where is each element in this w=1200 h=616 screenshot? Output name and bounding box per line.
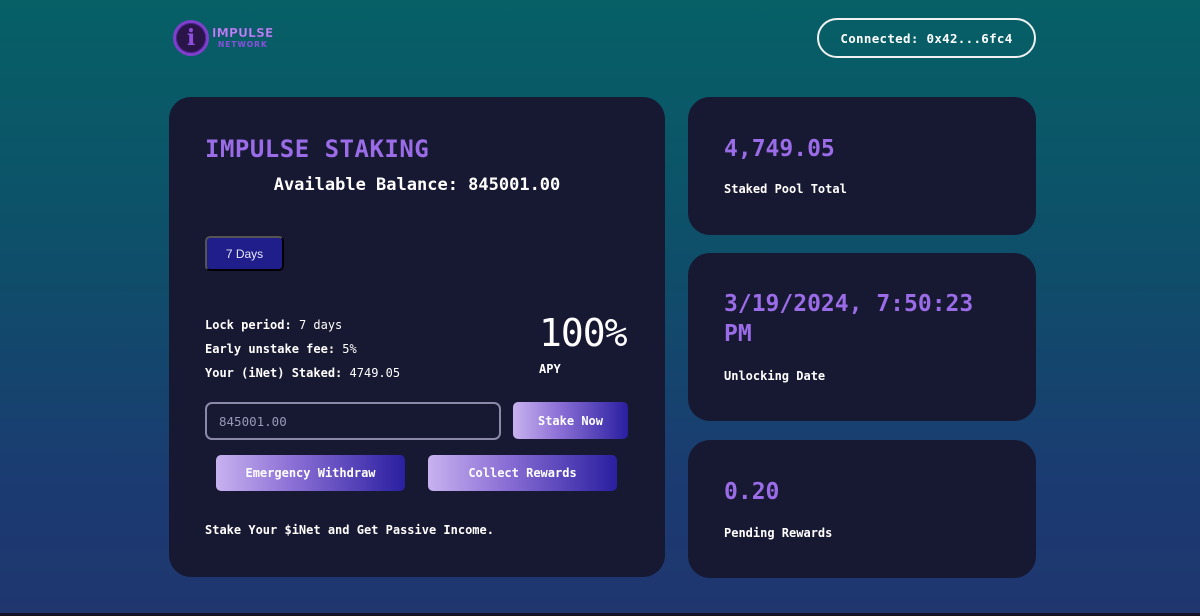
info-row-your-staked: Your (iNet) Staked: 4749.05 <box>205 361 400 385</box>
stat-label: Pending Rewards <box>724 526 833 540</box>
stat-value: 0.20 <box>724 479 780 505</box>
stat-card-pending-rewards: 0.20 Pending Rewards <box>688 440 1036 578</box>
info-row-lock-period: Lock period: 7 days <box>205 313 400 337</box>
info-key: Lock period: <box>205 318 292 332</box>
logo-text: IMPULSE NETWORK <box>212 27 274 49</box>
apy-value: 100% <box>539 311 628 355</box>
emergency-withdraw-button[interactable]: Emergency Withdraw <box>216 455 405 491</box>
info-value: 4749.05 <box>349 366 401 380</box>
brand-logo[interactable]: i IMPULSE NETWORK <box>173 18 274 58</box>
wallet-connect-button[interactable]: Connected: 0x42...6fc4 <box>817 18 1036 58</box>
staking-panel: IMPULSE STAKING Available Balance: 84500… <box>169 97 665 577</box>
info-row-unstake-fee: Early unstake fee: 5% <box>205 337 400 361</box>
stake-now-button[interactable]: Stake Now <box>513 402 628 439</box>
stat-value: 4,749.05 <box>724 136 835 162</box>
apy-label: APY <box>539 362 561 376</box>
stat-value: 3/19/2024, 7:50:23 PM <box>724 291 974 347</box>
stat-card-unlocking-date: 3/19/2024, 7:50:23 PM Unlocking Date <box>688 253 1036 421</box>
info-key: Your (iNet) Staked: <box>205 366 343 380</box>
logo-text-line2: NETWORK <box>218 40 268 50</box>
stat-label: Unlocking Date <box>724 369 826 383</box>
page-title: IMPULSE STAKING <box>205 135 430 163</box>
info-key: Early unstake fee: <box>205 342 336 356</box>
staking-info-list: Lock period: 7 days Early unstake fee: 5… <box>205 313 400 385</box>
logo-mark-letter: i <box>186 25 196 51</box>
info-value: 7 days <box>298 318 343 332</box>
lock-period-7-days-button[interactable]: 7 Days <box>205 236 284 271</box>
stake-amount-input[interactable] <box>205 402 501 440</box>
staking-tagline: Stake Your $iNet and Get Passive Income. <box>205 523 494 537</box>
stat-label: Staked Pool Total <box>724 182 847 196</box>
impulse-logo-icon: i <box>173 20 209 56</box>
collect-rewards-button[interactable]: Collect Rewards <box>428 455 617 491</box>
info-value: 5% <box>342 342 357 356</box>
available-balance: Available Balance: 845001.00 <box>273 175 561 195</box>
logo-text-line1: IMPULSE <box>212 26 274 41</box>
stat-card-staked-pool-total: 4,749.05 Staked Pool Total <box>688 97 1036 235</box>
